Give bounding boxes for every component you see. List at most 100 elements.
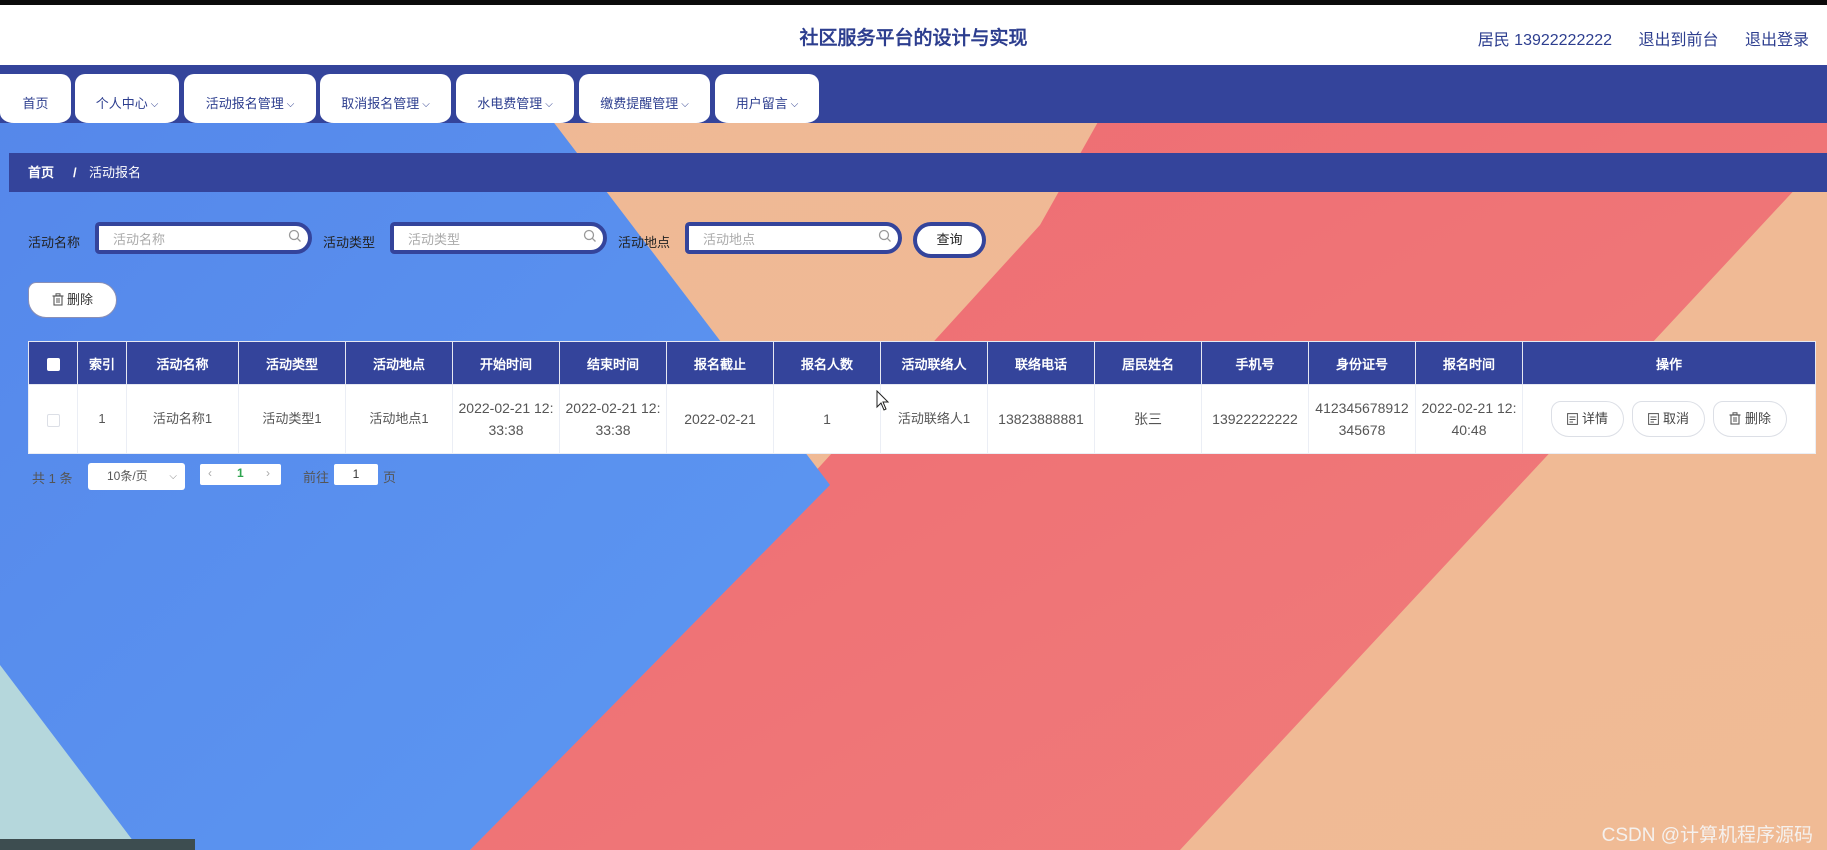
header: 社区服务平台的设计与实现 居民 13922222222 退出到前台 退出登录: [0, 5, 1827, 65]
column-header: 索引: [77, 341, 127, 385]
column-header: 活动地点: [345, 341, 453, 385]
top-nav: 首页 个人中心 ⌵ 活动报名管理 ⌵ 取消报名管理 ⌵ 水电费管理 ⌵ 缴费提醒管理 ⌵ …: [0, 65, 1827, 123]
nav-item-home[interactable]: 首页: [0, 74, 71, 123]
page-size-select[interactable]: 10条/页 ⌵: [88, 463, 185, 490]
chevron-down-icon: ⌵: [790, 99, 799, 110]
delete-label: 删除: [1745, 411, 1772, 426]
column-header: 报名人数: [773, 341, 881, 385]
column-header: 结束时间: [559, 341, 667, 385]
nav-label: 缴费提醒管理: [600, 96, 679, 111]
cell-id-card: 412345678912345678: [1308, 384, 1416, 454]
nav-item-activity-signup[interactable]: 活动报名管理 ⌵: [184, 74, 316, 123]
activity-type-label: 活动类型: [323, 235, 376, 250]
chevron-down-icon: ⌵: [681, 99, 689, 110]
cancel-label: 取消: [1662, 411, 1689, 426]
goto-page-input[interactable]: 1: [334, 464, 378, 485]
chevron-down-icon: ⌵: [150, 99, 159, 110]
chevron-down-icon: ⌵: [545, 99, 553, 110]
activity-name-input[interactable]: [111, 226, 285, 252]
nav-item-cancel-signup[interactable]: 取消报名管理 ⌵: [320, 74, 451, 123]
chevron-down-icon: ⌵: [286, 99, 295, 110]
nav-item-payment-reminder[interactable]: 缴费提醒管理 ⌵: [579, 74, 710, 123]
activity-name-search: [95, 222, 312, 254]
nav-label: 个人中心: [95, 96, 148, 111]
batch-delete-label: 删除: [66, 292, 93, 307]
chevron-down-icon: ⌵: [169, 471, 177, 482]
nav-label: 活动报名管理: [205, 96, 284, 111]
breadcrumb-separator: /: [73, 165, 77, 180]
detail-label: 详情: [1581, 411, 1608, 426]
batch-delete-button[interactable]: 删除: [28, 282, 117, 318]
row-select-cell: [28, 384, 78, 454]
bottom-strip: [0, 839, 195, 850]
cell-resident-name: 张三: [1094, 384, 1202, 454]
cell-operations: 详情 取消 删除: [1522, 384, 1816, 454]
header-user-links: 居民 13922222222 退出到前台 退出登录: [1456, 26, 1809, 50]
page-number-current[interactable]: 1: [237, 466, 244, 480]
table-row: 1 活动名称1 活动类型1 活动地点1 2022-02-21 12:33:38 …: [28, 384, 1816, 454]
activity-name-label: 活动名称: [28, 235, 81, 250]
column-header: 活动类型: [238, 341, 346, 385]
cell-activity-place: 活动地点1: [345, 384, 453, 454]
mouse-cursor-icon: [876, 390, 890, 411]
column-header: 报名截止: [666, 341, 774, 385]
breadcrumb: 首页 / 活动报名: [9, 153, 1827, 192]
activity-place-search: [685, 222, 902, 254]
activity-type-search: [390, 222, 607, 254]
cell-start-time: 2022-02-21 12:33:38: [452, 384, 560, 454]
document-icon: [1648, 413, 1659, 425]
activity-type-input[interactable]: [406, 226, 580, 252]
column-header: 开始时间: [452, 341, 560, 385]
trash-icon: [52, 293, 64, 306]
nav-label: 水电费管理: [477, 96, 543, 111]
column-header: 身份证号: [1308, 341, 1416, 385]
cell-contact: 活动联络人1: [880, 384, 988, 454]
nav-item-utility-fee[interactable]: 水电费管理 ⌵: [456, 74, 574, 123]
cell-deadline: 2022-02-21: [666, 384, 774, 454]
document-icon: [1567, 413, 1578, 425]
nav-item-personal-center[interactable]: 个人中心 ⌵: [75, 74, 179, 123]
table-header-row: 索引 活动名称 活动类型 活动地点 开始时间 结束时间 报名截止 报名人数 活动…: [28, 341, 1816, 385]
breadcrumb-current: 活动报名: [89, 165, 142, 180]
cell-signup-time: 2022-02-21 12:40:48: [1415, 384, 1523, 454]
goto-suffix: 页: [383, 470, 397, 485]
cell-activity-type: 活动类型1: [238, 384, 346, 454]
cell-contact-phone: 13823888881: [987, 384, 1095, 454]
cell-count: 1: [773, 384, 881, 454]
column-header: 操作: [1522, 341, 1816, 385]
search-icon: [583, 229, 596, 242]
logout-link[interactable]: 退出登录: [1745, 32, 1809, 49]
cancel-button[interactable]: 取消: [1631, 401, 1705, 437]
current-user-label: 居民 13922222222: [1477, 32, 1613, 49]
pagination-pager: ‹ 1 ›: [200, 464, 281, 485]
row-checkbox[interactable]: [46, 413, 60, 427]
column-header: 活动联络人: [880, 341, 988, 385]
prev-page-icon[interactable]: ‹: [208, 466, 212, 480]
activity-place-input[interactable]: [701, 226, 875, 252]
page-size-value: 10条/页: [107, 469, 148, 483]
column-header: 联络电话: [987, 341, 1095, 385]
search-icon: [288, 229, 301, 242]
query-button[interactable]: 查询: [913, 222, 986, 258]
breadcrumb-home[interactable]: 首页: [28, 153, 54, 192]
cell-end-time: 2022-02-21 12:33:38: [559, 384, 667, 454]
search-icon: [878, 229, 891, 242]
chevron-down-icon: ⌵: [422, 99, 430, 110]
nav-label: 取消报名管理: [341, 96, 420, 111]
select-all-checkbox[interactable]: [46, 357, 60, 371]
cell-index: 1: [77, 384, 127, 454]
exit-to-front-link[interactable]: 退出到前台: [1639, 32, 1719, 49]
column-header: 活动名称: [126, 341, 239, 385]
column-header: 手机号: [1201, 341, 1309, 385]
nav-label: 用户留言: [735, 96, 788, 111]
watermark: CSDN @计算机程序源码: [1601, 825, 1813, 846]
detail-button[interactable]: 详情: [1550, 401, 1624, 437]
nav-item-user-message[interactable]: 用户留言 ⌵: [715, 74, 819, 123]
next-page-icon[interactable]: ›: [266, 466, 270, 480]
nav-label: 首页: [22, 96, 49, 111]
pagination-total: 共 1 条: [32, 471, 73, 486]
cell-activity-name: 活动名称1: [126, 384, 239, 454]
signup-table: 索引 活动名称 活动类型 活动地点 开始时间 结束时间 报名截止 报名人数 活动…: [28, 341, 1816, 454]
goto-prefix: 前往: [303, 470, 330, 485]
delete-button[interactable]: 删除: [1713, 401, 1788, 437]
